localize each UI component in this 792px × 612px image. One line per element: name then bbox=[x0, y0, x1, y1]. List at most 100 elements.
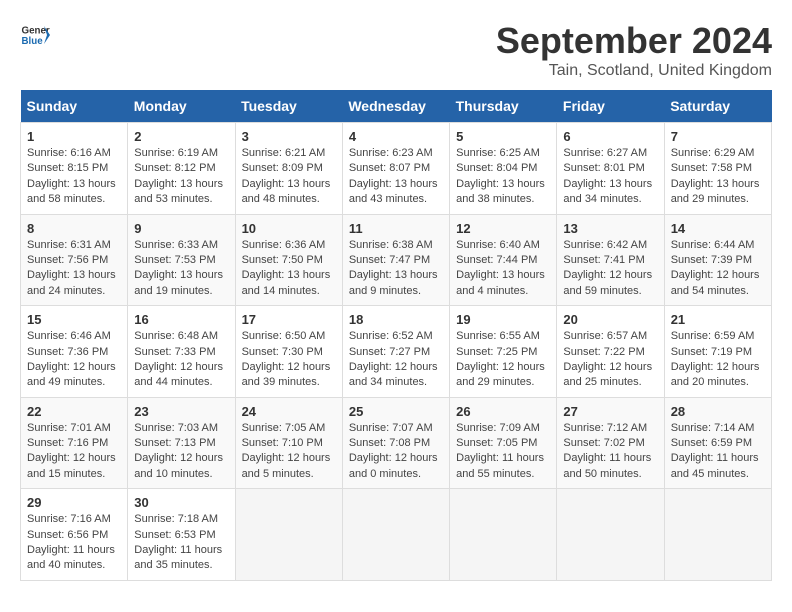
calendar-cell: 19 Sunrise: 6:55 AM Sunset: 7:25 PM Dayl… bbox=[450, 306, 557, 398]
week-row-0: 1 Sunrise: 6:16 AM Sunset: 8:15 PM Dayli… bbox=[21, 123, 772, 215]
calendar-cell: 8 Sunrise: 6:31 AM Sunset: 7:56 PM Dayli… bbox=[21, 214, 128, 306]
day-info: Sunrise: 6:38 AM Sunset: 7:47 PM Dayligh… bbox=[349, 238, 443, 300]
day-info: Sunrise: 7:16 AM Sunset: 6:56 PM Dayligh… bbox=[27, 512, 121, 574]
day-info: Sunrise: 6:27 AM Sunset: 8:01 PM Dayligh… bbox=[563, 146, 657, 208]
day-number: 25 bbox=[349, 404, 443, 419]
week-row-3: 22 Sunrise: 7:01 AM Sunset: 7:16 PM Dayl… bbox=[21, 397, 772, 489]
day-number: 8 bbox=[27, 221, 121, 236]
calendar-cell: 18 Sunrise: 6:52 AM Sunset: 7:27 PM Dayl… bbox=[342, 306, 449, 398]
day-info: Sunrise: 7:03 AM Sunset: 7:13 PM Dayligh… bbox=[134, 421, 228, 483]
day-number: 30 bbox=[134, 495, 228, 510]
day-number: 26 bbox=[456, 404, 550, 419]
day-info: Sunrise: 7:12 AM Sunset: 7:02 PM Dayligh… bbox=[563, 421, 657, 483]
day-number: 21 bbox=[671, 312, 765, 327]
calendar-cell: 27 Sunrise: 7:12 AM Sunset: 7:02 PM Dayl… bbox=[557, 397, 664, 489]
day-info: Sunrise: 6:25 AM Sunset: 8:04 PM Dayligh… bbox=[456, 146, 550, 208]
month-title: September 2024 bbox=[496, 20, 772, 62]
day-number: 6 bbox=[563, 129, 657, 144]
col-wednesday: Wednesday bbox=[342, 90, 449, 123]
calendar-cell: 13 Sunrise: 6:42 AM Sunset: 7:41 PM Dayl… bbox=[557, 214, 664, 306]
day-info: Sunrise: 6:50 AM Sunset: 7:30 PM Dayligh… bbox=[242, 329, 336, 391]
day-number: 3 bbox=[242, 129, 336, 144]
calendar-cell: 1 Sunrise: 6:16 AM Sunset: 8:15 PM Dayli… bbox=[21, 123, 128, 215]
day-number: 9 bbox=[134, 221, 228, 236]
calendar-table: Sunday Monday Tuesday Wednesday Thursday… bbox=[20, 90, 772, 581]
title-block: September 2024 Tain, Scotland, United Ki… bbox=[496, 20, 772, 80]
calendar-cell: 29 Sunrise: 7:16 AM Sunset: 6:56 PM Dayl… bbox=[21, 489, 128, 581]
day-info: Sunrise: 6:19 AM Sunset: 8:12 PM Dayligh… bbox=[134, 146, 228, 208]
calendar-cell bbox=[557, 489, 664, 581]
day-number: 11 bbox=[349, 221, 443, 236]
col-sunday: Sunday bbox=[21, 90, 128, 123]
day-number: 23 bbox=[134, 404, 228, 419]
col-tuesday: Tuesday bbox=[235, 90, 342, 123]
week-row-2: 15 Sunrise: 6:46 AM Sunset: 7:36 PM Dayl… bbox=[21, 306, 772, 398]
col-saturday: Saturday bbox=[664, 90, 771, 123]
calendar-cell: 10 Sunrise: 6:36 AM Sunset: 7:50 PM Dayl… bbox=[235, 214, 342, 306]
day-number: 1 bbox=[27, 129, 121, 144]
day-info: Sunrise: 6:40 AM Sunset: 7:44 PM Dayligh… bbox=[456, 238, 550, 300]
col-friday: Friday bbox=[557, 90, 664, 123]
day-info: Sunrise: 7:01 AM Sunset: 7:16 PM Dayligh… bbox=[27, 421, 121, 483]
week-row-4: 29 Sunrise: 7:16 AM Sunset: 6:56 PM Dayl… bbox=[21, 489, 772, 581]
day-info: Sunrise: 6:46 AM Sunset: 7:36 PM Dayligh… bbox=[27, 329, 121, 391]
calendar-cell bbox=[235, 489, 342, 581]
day-number: 20 bbox=[563, 312, 657, 327]
calendar-cell: 23 Sunrise: 7:03 AM Sunset: 7:13 PM Dayl… bbox=[128, 397, 235, 489]
day-number: 13 bbox=[563, 221, 657, 236]
day-info: Sunrise: 7:14 AM Sunset: 6:59 PM Dayligh… bbox=[671, 421, 765, 483]
day-number: 12 bbox=[456, 221, 550, 236]
day-info: Sunrise: 6:55 AM Sunset: 7:25 PM Dayligh… bbox=[456, 329, 550, 391]
calendar-cell: 17 Sunrise: 6:50 AM Sunset: 7:30 PM Dayl… bbox=[235, 306, 342, 398]
calendar-cell: 30 Sunrise: 7:18 AM Sunset: 6:53 PM Dayl… bbox=[128, 489, 235, 581]
week-row-1: 8 Sunrise: 6:31 AM Sunset: 7:56 PM Dayli… bbox=[21, 214, 772, 306]
calendar-cell: 3 Sunrise: 6:21 AM Sunset: 8:09 PM Dayli… bbox=[235, 123, 342, 215]
day-number: 15 bbox=[27, 312, 121, 327]
day-number: 4 bbox=[349, 129, 443, 144]
day-info: Sunrise: 6:16 AM Sunset: 8:15 PM Dayligh… bbox=[27, 146, 121, 208]
day-info: Sunrise: 6:31 AM Sunset: 7:56 PM Dayligh… bbox=[27, 238, 121, 300]
day-info: Sunrise: 6:21 AM Sunset: 8:09 PM Dayligh… bbox=[242, 146, 336, 208]
col-monday: Monday bbox=[128, 90, 235, 123]
day-number: 24 bbox=[242, 404, 336, 419]
calendar-cell: 16 Sunrise: 6:48 AM Sunset: 7:33 PM Dayl… bbox=[128, 306, 235, 398]
location: Tain, Scotland, United Kingdom bbox=[496, 62, 772, 80]
day-number: 16 bbox=[134, 312, 228, 327]
calendar-cell: 22 Sunrise: 7:01 AM Sunset: 7:16 PM Dayl… bbox=[21, 397, 128, 489]
day-info: Sunrise: 6:42 AM Sunset: 7:41 PM Dayligh… bbox=[563, 238, 657, 300]
day-number: 18 bbox=[349, 312, 443, 327]
day-info: Sunrise: 6:33 AM Sunset: 7:53 PM Dayligh… bbox=[134, 238, 228, 300]
day-info: Sunrise: 6:23 AM Sunset: 8:07 PM Dayligh… bbox=[349, 146, 443, 208]
header-row: Sunday Monday Tuesday Wednesday Thursday… bbox=[21, 90, 772, 123]
day-number: 10 bbox=[242, 221, 336, 236]
calendar-cell: 4 Sunrise: 6:23 AM Sunset: 8:07 PM Dayli… bbox=[342, 123, 449, 215]
day-number: 28 bbox=[671, 404, 765, 419]
day-number: 2 bbox=[134, 129, 228, 144]
day-info: Sunrise: 7:18 AM Sunset: 6:53 PM Dayligh… bbox=[134, 512, 228, 574]
page-header: General Blue September 2024 Tain, Scotla… bbox=[20, 20, 772, 80]
calendar-cell: 2 Sunrise: 6:19 AM Sunset: 8:12 PM Dayli… bbox=[128, 123, 235, 215]
day-number: 19 bbox=[456, 312, 550, 327]
calendar-cell: 11 Sunrise: 6:38 AM Sunset: 7:47 PM Dayl… bbox=[342, 214, 449, 306]
day-number: 22 bbox=[27, 404, 121, 419]
day-number: 7 bbox=[671, 129, 765, 144]
day-info: Sunrise: 6:59 AM Sunset: 7:19 PM Dayligh… bbox=[671, 329, 765, 391]
day-number: 17 bbox=[242, 312, 336, 327]
day-number: 14 bbox=[671, 221, 765, 236]
calendar-cell: 21 Sunrise: 6:59 AM Sunset: 7:19 PM Dayl… bbox=[664, 306, 771, 398]
calendar-cell: 12 Sunrise: 6:40 AM Sunset: 7:44 PM Dayl… bbox=[450, 214, 557, 306]
calendar-cell bbox=[664, 489, 771, 581]
col-thursday: Thursday bbox=[450, 90, 557, 123]
day-number: 5 bbox=[456, 129, 550, 144]
calendar-cell: 20 Sunrise: 6:57 AM Sunset: 7:22 PM Dayl… bbox=[557, 306, 664, 398]
day-info: Sunrise: 7:09 AM Sunset: 7:05 PM Dayligh… bbox=[456, 421, 550, 483]
calendar-cell: 24 Sunrise: 7:05 AM Sunset: 7:10 PM Dayl… bbox=[235, 397, 342, 489]
day-number: 29 bbox=[27, 495, 121, 510]
calendar-cell: 25 Sunrise: 7:07 AM Sunset: 7:08 PM Dayl… bbox=[342, 397, 449, 489]
day-number: 27 bbox=[563, 404, 657, 419]
day-info: Sunrise: 6:36 AM Sunset: 7:50 PM Dayligh… bbox=[242, 238, 336, 300]
day-info: Sunrise: 6:48 AM Sunset: 7:33 PM Dayligh… bbox=[134, 329, 228, 391]
day-info: Sunrise: 6:52 AM Sunset: 7:27 PM Dayligh… bbox=[349, 329, 443, 391]
day-info: Sunrise: 7:07 AM Sunset: 7:08 PM Dayligh… bbox=[349, 421, 443, 483]
calendar-cell: 28 Sunrise: 7:14 AM Sunset: 6:59 PM Dayl… bbox=[664, 397, 771, 489]
